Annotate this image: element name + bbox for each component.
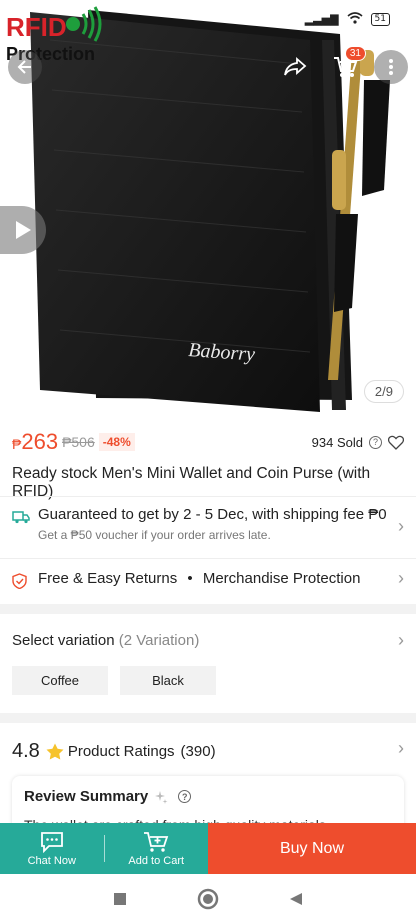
buy-now-button[interactable]: Buy Now	[208, 823, 416, 874]
truck-icon	[12, 511, 30, 524]
sparkle-icon	[155, 790, 168, 804]
sold-text: 934 Sold	[311, 434, 363, 450]
chat-icon	[40, 831, 63, 853]
sold-count: 934 Sold ?	[312, 435, 404, 450]
help-icon[interactable]: ?	[178, 790, 192, 803]
more-icon	[389, 59, 393, 75]
bullet-separator: •	[187, 570, 193, 587]
variation-option-black[interactable]: Black	[120, 666, 216, 695]
back-button[interactable]	[8, 50, 42, 84]
more-button[interactable]	[374, 50, 408, 84]
original-price: ₱506	[62, 434, 95, 450]
rating-score: 4.8	[12, 739, 40, 762]
cart-button[interactable]: 31	[328, 46, 366, 84]
system-nav-bar	[0, 874, 416, 924]
product-image-carousel[interactable]: Baborry ▂▃▅▇ 51 RFID Protection 31 2/9	[0, 0, 416, 416]
shipping-info[interactable]: Guaranteed to get by 2 - 5 Dec, with shi…	[12, 506, 404, 550]
divider	[0, 558, 416, 559]
chevron-right-icon: ›	[398, 738, 404, 758]
currency-symbol: ₱	[12, 436, 22, 452]
merchandise-protection-label: Merchandise Protection	[202, 570, 361, 587]
add-cart-icon	[144, 831, 169, 852]
add-to-cart-label: Add to Cart	[128, 854, 185, 867]
nav-circle-icon[interactable]	[197, 888, 219, 910]
returns-protection[interactable]: Free & Easy Returns • Merchandise Protec…	[12, 568, 404, 592]
bottom-left-actions: Chat Now Add to Cart	[0, 823, 208, 874]
variation-selector[interactable]: Select variation (2 Variation) › Coffee …	[12, 630, 404, 695]
battery-icon: 51	[370, 13, 390, 26]
share-icon	[284, 57, 307, 76]
discount-badge: -48%	[98, 433, 135, 451]
variation-count: (2 Variation)	[118, 632, 200, 649]
chevron-right-icon: ›	[398, 516, 404, 536]
shield-icon	[12, 573, 27, 589]
brand-logo-text: Baborry	[188, 339, 256, 366]
price-row: ₱263 ₱506 -48% 934 Sold ?	[12, 428, 404, 456]
star-icon	[46, 743, 64, 759]
ratings-row[interactable]: 4.8 Product Ratings (390) ›	[12, 738, 404, 764]
rfid-label: RFID	[6, 12, 67, 42]
chat-now-button[interactable]: Chat Now	[0, 823, 104, 874]
image-counter: 2/9	[363, 380, 404, 403]
review-summary-title: Review Summary ?	[24, 788, 392, 805]
current-price-value: 263	[21, 429, 59, 454]
current-price: ₱263	[12, 429, 58, 455]
chat-now-label: Chat Now	[27, 854, 76, 867]
cart-count-badge: 31	[344, 46, 366, 61]
free-returns-label: Free & Easy Returns	[38, 570, 178, 587]
play-icon	[16, 221, 31, 239]
share-button[interactable]	[278, 50, 312, 84]
ratings-label: Product Ratings	[67, 742, 175, 760]
heart-icon[interactable]	[388, 435, 404, 450]
signal-icon: ▂▃▅▇	[304, 14, 339, 26]
shipping-guarantee-text: Guaranteed to get by 2 - 5 Dec, with shi…	[38, 506, 387, 523]
chevron-right-icon: ›	[398, 630, 404, 650]
shipping-voucher-text: Get a ₱50 voucher if your order arrives …	[38, 528, 271, 542]
wifi-icon	[347, 12, 363, 27]
variation-option-coffee[interactable]: Coffee	[12, 666, 108, 695]
variation-label: Select variation	[12, 632, 115, 649]
variation-title: Select variation (2 Variation)	[12, 632, 404, 649]
chevron-right-icon: ›	[398, 568, 404, 588]
help-icon[interactable]: ?	[369, 435, 382, 449]
nav-back-icon[interactable]	[289, 892, 303, 906]
product-page: Baborry ▂▃▅▇ 51 RFID Protection 31 2/9 ₱…	[0, 0, 416, 924]
variation-options: Coffee Black	[12, 666, 216, 695]
ratings-count: (390)	[180, 742, 216, 760]
play-video-button[interactable]	[0, 206, 46, 254]
bottom-action-bar: Chat Now Add to Cart Buy Now	[0, 823, 416, 874]
review-summary-label: Review Summary	[24, 788, 149, 805]
section-gap	[0, 713, 416, 723]
rfid-signal-icon	[65, 6, 102, 42]
nav-square-icon[interactable]	[113, 892, 127, 906]
add-to-cart-button[interactable]: Add to Cart	[105, 823, 209, 874]
divider	[0, 496, 416, 497]
back-icon	[17, 60, 31, 74]
section-gap	[0, 604, 416, 614]
